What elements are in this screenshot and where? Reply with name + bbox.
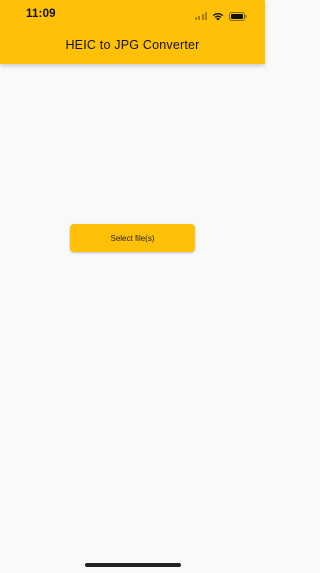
signal-icon [194,12,207,20]
status-bar: 11:09 [0,0,265,32]
home-indicator[interactable] [85,563,181,567]
page-title: HEIC to JPG Converter [65,38,200,52]
status-icons [194,10,248,22]
status-time: 11:09 [26,8,56,20]
battery-icon [229,11,247,21]
select-files-button[interactable]: Select file(s) [70,224,195,252]
app-header: 11:09 HEIC to JPG Converter [0,0,265,64]
wifi-icon [212,12,224,21]
